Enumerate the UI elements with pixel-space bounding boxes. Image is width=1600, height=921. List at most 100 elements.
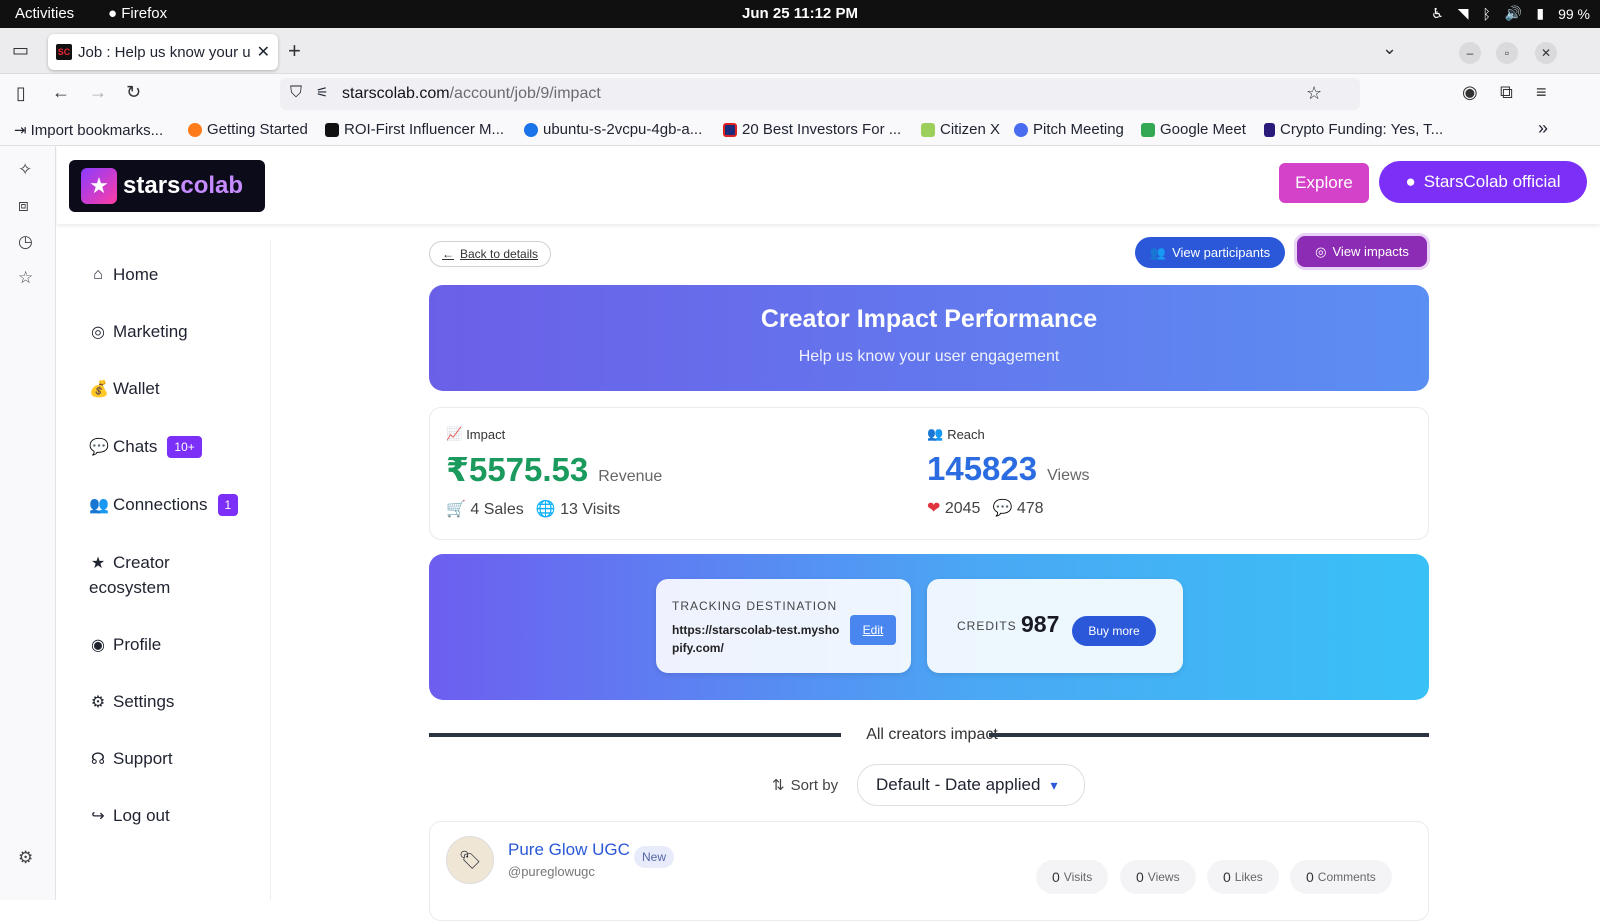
bookmark-label: Pitch Meeting [1033,121,1124,138]
comments-value: 0 [1306,869,1314,885]
chart-up-icon: 📈 [446,426,463,441]
permissions-icon[interactable]: ⚟ [316,84,329,101]
edit-tracking-button[interactable]: Edit [850,615,896,645]
account-label: StarsColab official [1423,172,1561,191]
star-icon: ★ [90,555,106,572]
bookmark-google-meet[interactable]: Google Meet [1141,121,1246,138]
sidebar-item-marketing[interactable]: ◎ Marketing [89,322,188,342]
shield-icon[interactable]: ⛉ [290,84,302,102]
clock[interactable]: Jun 25 11:12 PM [0,5,1600,22]
back-to-details-button[interactable]: ← Back to details [429,241,552,267]
sidebar-item-creator-ecosystem[interactable]: ★ Creator [89,553,170,573]
credits-label: CREDITS [957,619,1017,633]
sidebar-item-creator-ecosystem-line2[interactable]: ecosystem [89,578,170,598]
arrow-left-icon: ← [442,247,454,261]
user-circle-icon: ● [1405,172,1416,191]
sidebar-item-label: Settings [113,692,175,711]
close-window-icon[interactable]: ✕ [1535,42,1557,64]
sidebar-item-logout[interactable]: ↪ Log out [89,806,169,826]
forward-icon[interactable]: → [89,82,107,103]
bookmarks-overflow-icon[interactable]: » [1538,118,1548,139]
cart-icon: 🛒 [446,501,471,518]
comments-count: 478 [1016,500,1044,517]
divider-left [429,733,841,737]
creator-name[interactable]: Pure Glow UGC [508,840,630,860]
url-bar[interactable]: ⛉ ⚟ starscolab.com/account/job/9/impact … [280,78,1360,110]
bookmark-investors[interactable]: 20 Best Investors For ... [723,121,901,138]
bookmark-roi-first[interactable]: ROI-First Influencer M... [325,121,504,138]
app-sidebar: ⌂ Home ◎ Marketing 💰 Wallet 💬 Chats 10+ 👥 Conn… [57,240,271,900]
user-circle-icon: ◉ [91,637,105,654]
creator-card[interactable]: 🏷 Pure Glow UGC @pureglowugc New 0 Visits… [429,821,1429,921]
new-tab-icon[interactable]: + [288,38,301,64]
explore-button[interactable]: Explore [1279,163,1369,203]
buy-more-button[interactable]: Buy more [1072,616,1156,646]
comments-pill: 0 Comments [1290,860,1392,894]
bookmark-import[interactable]: ⇥ Import bookmarks... [14,121,163,140]
extensions-icon[interactable]: ⧉ [1500,82,1513,103]
bookmark-crypto-funding[interactable]: Crypto Funding: Yes, T... [1264,121,1443,138]
sidebar-item-label: Wallet [113,379,160,398]
bookmarks-icon[interactable]: ☆ [18,268,33,288]
synced-tabs-icon[interactable]: ⧈ [18,196,29,216]
tab-overview-icon[interactable]: ▭ [12,40,29,61]
bluetooth-icon: ᛒ [1482,5,1491,22]
view-impacts-label: View impacts [1332,244,1409,259]
account-button[interactable]: ● StarsColab official [1379,161,1587,203]
volume-icon: 🔊 [1504,5,1523,21]
bookmark-star-icon[interactable]: ☆ [1306,83,1322,104]
os-top-bar: Activities ● Firefox Jun 25 11:12 PM ♿ ◥… [0,0,1600,28]
ai-chat-icon[interactable]: ✧ [18,160,32,180]
back-icon[interactable]: ← [52,82,70,103]
sidebar-item-settings[interactable]: ⚙ Settings [89,692,175,712]
users-icon: 👥 [89,497,109,514]
sidebar-item-label: Marketing [113,322,188,341]
account-icon[interactable]: ◉ [1462,82,1478,103]
connections-count-badge: 1 [217,494,239,516]
bookmark-label: Google Meet [1160,121,1246,138]
sales-count: 4 Sales [470,501,524,518]
view-participants-button[interactable]: 👥 View participants [1135,237,1285,268]
sort-icon: ⇅ [772,777,785,794]
tracking-panel: TRACKING DESTINATION https://starscolab-… [429,554,1429,700]
history-icon[interactable]: ◷ [18,232,33,252]
starscolab-logo[interactable]: ★ stars colab [69,160,265,212]
tracking-url: https://starscolab-test.myshopify.com/ [672,623,840,655]
customize-gear-icon[interactable]: ⚙ [18,848,33,868]
close-tab-icon[interactable]: ✕ [257,42,270,62]
page-subtitle: Help us know your user engagement [798,348,1060,365]
sort-select[interactable]: Default - Date applied ▾ [857,764,1085,806]
impact-label: Impact [466,426,506,442]
visits-value: 0 [1052,869,1060,885]
menu-icon[interactable]: ≡ [1536,82,1547,103]
view-impacts-button[interactable]: ◎ View impacts [1297,236,1427,267]
system-tray[interactable]: ♿ ◥ ᛒ 🔊 ▮ 99 % [1431,5,1590,22]
wifi-icon: ◥ [1457,5,1469,21]
minimize-icon[interactable]: – [1459,42,1481,64]
chevron-down-icon[interactable]: ⌄ [1382,38,1397,59]
visits-pill: 0 Visits [1036,860,1109,894]
bookmark-ubuntu[interactable]: ubuntu-s-2vcpu-4gb-a... [524,121,702,138]
sidebar-item-connections[interactable]: 👥 Connections 1 [89,494,239,516]
sidebar-item-support[interactable]: ☊ Support [89,749,173,769]
bookmark-label: Citizen X [940,121,1001,138]
sidebar-item-home[interactable]: ⌂ Home [89,265,158,285]
reload-icon[interactable]: ↻ [126,82,141,103]
app-header: ★ stars colab Explore ● StarsColab offici… [57,146,1600,224]
maximize-icon[interactable]: ▫ [1496,42,1518,64]
bookmark-getting-started[interactable]: Getting Started [188,121,308,138]
sidebar-item-wallet[interactable]: 💰 Wallet [89,379,160,399]
sidebar-toggle-icon[interactable]: ▯ [16,83,26,104]
bookmark-citizen-x[interactable]: Citizen X [921,121,1000,138]
views-unit: Views [1047,467,1090,484]
back-label: Back to details [460,247,539,261]
citizen-x-icon [921,122,935,137]
logo-text-stars: stars [123,172,181,199]
tracking-destination-label: TRACKING DESTINATION [672,599,838,613]
tab-active[interactable]: SC Job : Help us know your u ✕ [48,34,278,70]
views-label: Views [1147,870,1180,884]
bookmarks-bar: ⇥ Import bookmarks... Getting Started ROI… [0,114,1600,146]
sidebar-item-profile[interactable]: ◉ Profile [89,635,161,655]
bookmark-pitch-meeting[interactable]: Pitch Meeting [1014,121,1124,138]
sidebar-item-chats[interactable]: 💬 Chats 10+ [89,436,202,458]
